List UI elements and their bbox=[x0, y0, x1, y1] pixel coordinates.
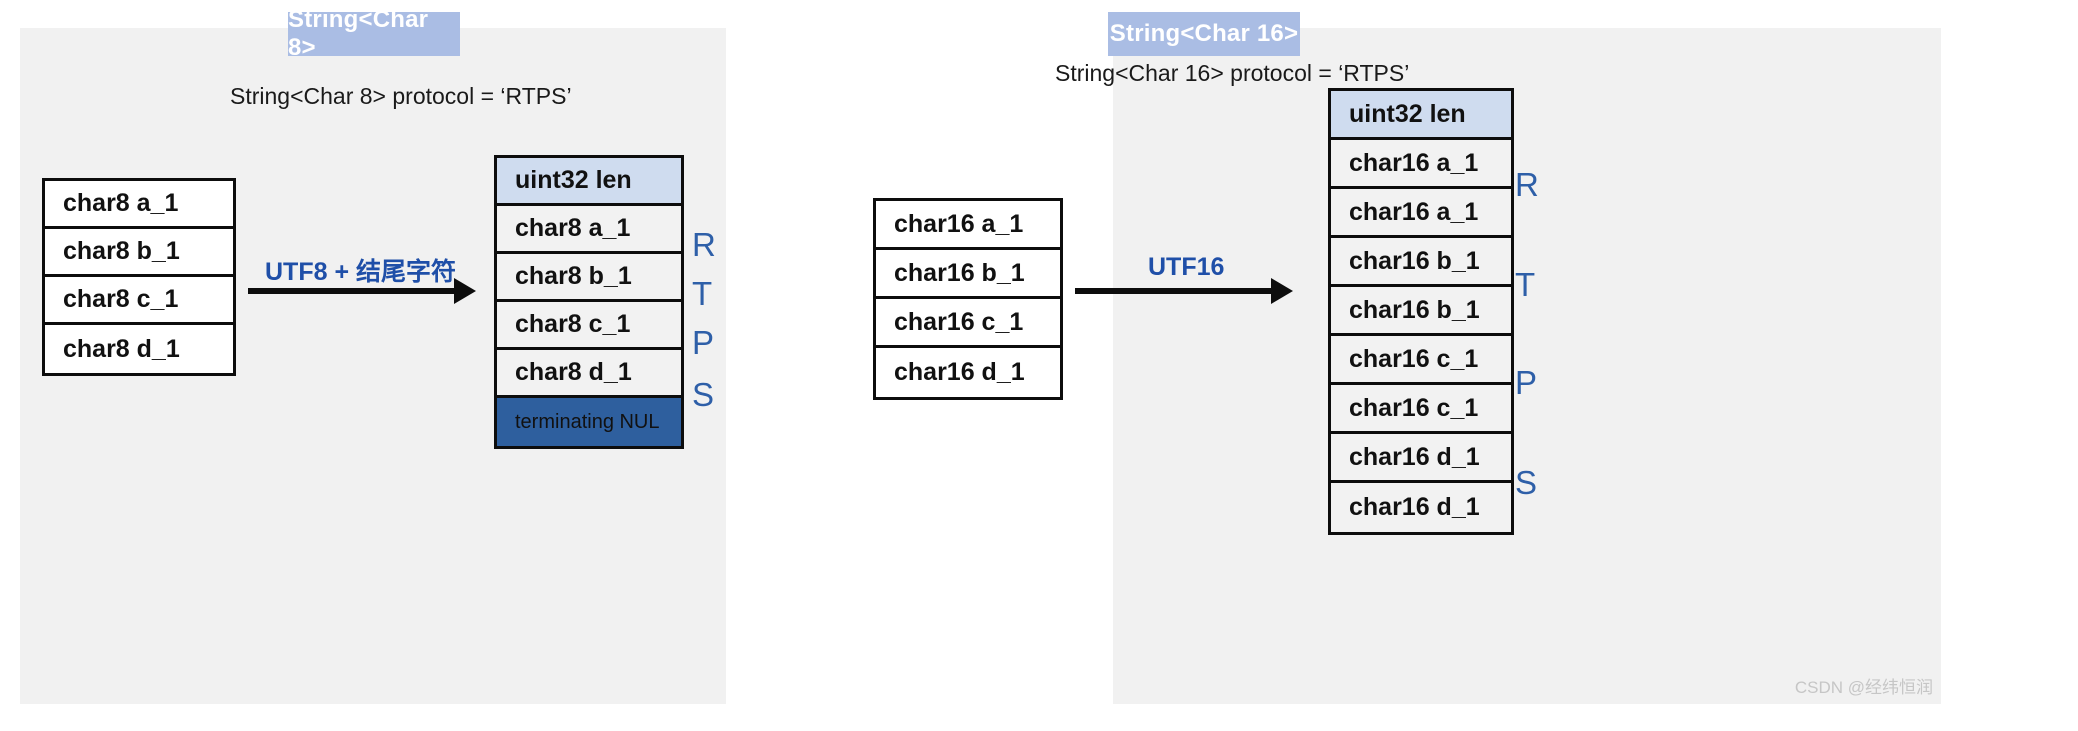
table-row: char16 a_1 bbox=[876, 201, 1060, 250]
left-arrow-head-icon bbox=[454, 278, 476, 304]
rtps-letter: T bbox=[1515, 266, 1536, 303]
right-arrow-label: UTF16 bbox=[1148, 253, 1225, 281]
table-row: char16 c_1 bbox=[1331, 385, 1511, 434]
table-row: char16 c_1 bbox=[876, 299, 1060, 348]
rtps-letter: R bbox=[692, 226, 716, 263]
table-row: char16 d_1 bbox=[1331, 483, 1511, 532]
table-row-header: uint32 len bbox=[497, 158, 681, 206]
table-row: char16 b_1 bbox=[1331, 287, 1511, 336]
table-row: char16 a_1 bbox=[1331, 189, 1511, 238]
right-diagram-title-chip: String<Char 16> bbox=[1108, 12, 1300, 56]
right-arrow-head-icon bbox=[1271, 278, 1293, 304]
rtps-letter: P bbox=[692, 324, 715, 361]
rtps-letter: S bbox=[1515, 464, 1538, 501]
left-diagram-title-chip: String<Char 8> bbox=[288, 6, 460, 61]
rtps-letter: S bbox=[692, 376, 715, 413]
table-row: char8 b_1 bbox=[45, 229, 233, 277]
left-diagram-subtitle: String<Char 8> protocol = ‘RTPS’ bbox=[230, 83, 572, 109]
rtps-letter: T bbox=[692, 275, 713, 312]
csdn-watermark: CSDN @经纬恒润 bbox=[1794, 678, 1933, 697]
left-dest-struct-table: uint32 len char8 a_1 char8 b_1 char8 c_1… bbox=[494, 155, 684, 449]
left-arrow-label: UTF8 + 结尾字符 bbox=[265, 258, 456, 286]
table-row-terminating-nul: terminating NUL bbox=[497, 398, 681, 446]
table-row-header: uint32 len bbox=[1331, 91, 1511, 140]
right-dest-struct-table: uint32 len char16 a_1 char16 a_1 char16 … bbox=[1328, 88, 1514, 535]
table-row: char8 c_1 bbox=[45, 277, 233, 325]
table-row: char16 c_1 bbox=[1331, 336, 1511, 385]
table-row: char8 d_1 bbox=[45, 325, 233, 373]
table-row: char8 c_1 bbox=[497, 302, 681, 350]
right-arrow-line bbox=[1075, 288, 1273, 294]
table-row: char8 a_1 bbox=[497, 206, 681, 254]
left-arrow-line bbox=[248, 288, 456, 294]
right-source-struct-table: char16 a_1 char16 b_1 char16 c_1 char16 … bbox=[873, 198, 1063, 400]
table-row: char16 d_1 bbox=[1331, 434, 1511, 483]
table-row: char8 b_1 bbox=[497, 254, 681, 302]
table-row: char16 b_1 bbox=[1331, 238, 1511, 287]
rtps-letter: P bbox=[1515, 364, 1538, 401]
table-row: char16 b_1 bbox=[876, 250, 1060, 299]
rtps-letter: R bbox=[1515, 166, 1539, 203]
table-row: char16 a_1 bbox=[1331, 140, 1511, 189]
table-row: char16 d_1 bbox=[876, 348, 1060, 397]
table-row: char8 d_1 bbox=[497, 350, 681, 398]
right-diagram-subtitle: String<Char 16> protocol = ‘RTPS’ bbox=[1055, 60, 1410, 86]
left-source-struct-table: char8 a_1 char8 b_1 char8 c_1 char8 d_1 bbox=[42, 178, 236, 376]
table-row: char8 a_1 bbox=[45, 181, 233, 229]
